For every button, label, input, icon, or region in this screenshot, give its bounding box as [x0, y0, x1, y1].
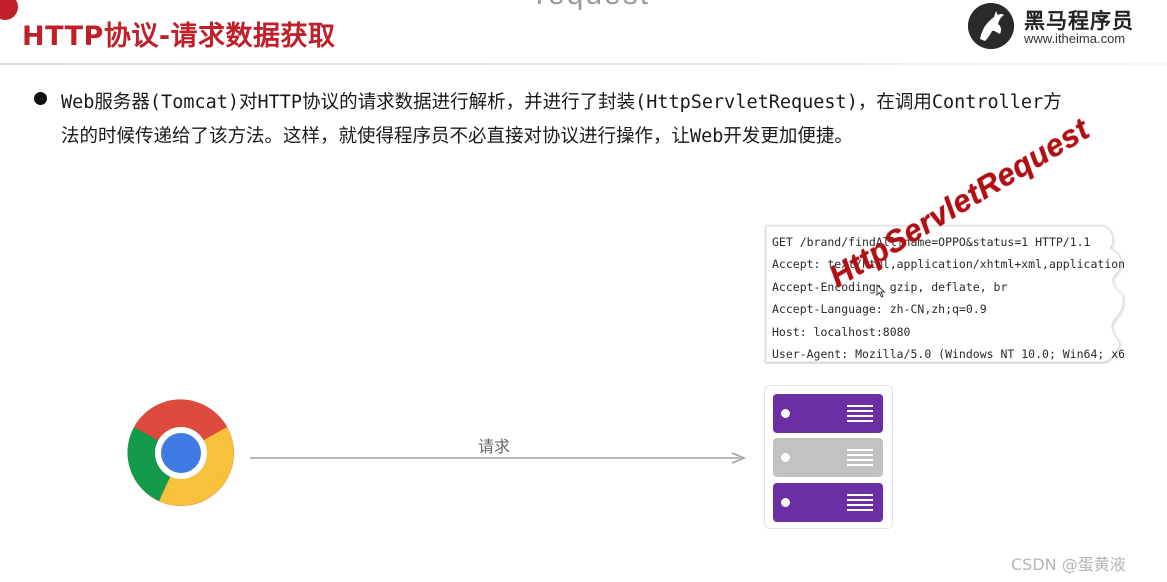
server-rack-icon [764, 385, 893, 529]
server-vents [847, 405, 873, 425]
server-unit-top [773, 394, 883, 433]
request-line: GET /brand/findAll?name=OPPO&status=1 HT… [772, 235, 1091, 249]
bullet-line-1: Web服务器(Tomcat)对HTTP协议的请求数据进行解析，并进行了封装(Ht… [61, 92, 1062, 113]
header-user-agent: User-Agent: Mozilla/5.0 (Windows NT 10.0… [772, 346, 1124, 361]
brand-logo: 黑马程序员 www.itheima.com [968, 3, 1158, 51]
server-unit-middle [773, 438, 883, 477]
server-led [781, 498, 790, 507]
corner-decoration-dot [0, 0, 18, 20]
bullet-paragraph: Web服务器(Tomcat)对HTTP协议的请求数据进行解析，并进行了封装(Ht… [61, 86, 1096, 154]
title-divider [0, 63, 1167, 65]
server-led [781, 453, 790, 462]
header-host: Host: localhost:8080 [772, 324, 911, 339]
server-vents [847, 494, 873, 514]
http-request-paper: GET /brand/findAll?name=OPPO&status=1 HT… [764, 224, 1126, 364]
chrome-browser-icon [127, 399, 235, 511]
bullet-line-2: 法的时候传递给了该方法。这样，就使得程序员不必直接对协议进行操作，让Web开发更… [61, 126, 853, 147]
slide-title: HTTP协议-请求数据获取 [22, 21, 336, 52]
header-accept-language: Accept-Language: zh-CN,zh;q=0.9 [772, 302, 987, 317]
bullet-icon [34, 92, 47, 105]
header-accept-encoding: Accept-Encoding: gzip, deflate, br [772, 279, 1008, 294]
brand-url: www.itheima.com [1024, 31, 1126, 46]
request-arrow [250, 450, 750, 470]
csdn-watermark: CSDN @蛋黄液 [1011, 555, 1126, 574]
cropped-heading-text: request [536, 0, 650, 12]
server-unit-bottom [773, 483, 883, 522]
server-led [781, 409, 790, 418]
mouse-cursor-icon [876, 283, 886, 302]
server-vents [847, 449, 873, 469]
horse-logo-icon [968, 3, 1014, 49]
http-request-text: GET /brand/findAll?name=OPPO&status=1 HT… [772, 231, 1124, 365]
